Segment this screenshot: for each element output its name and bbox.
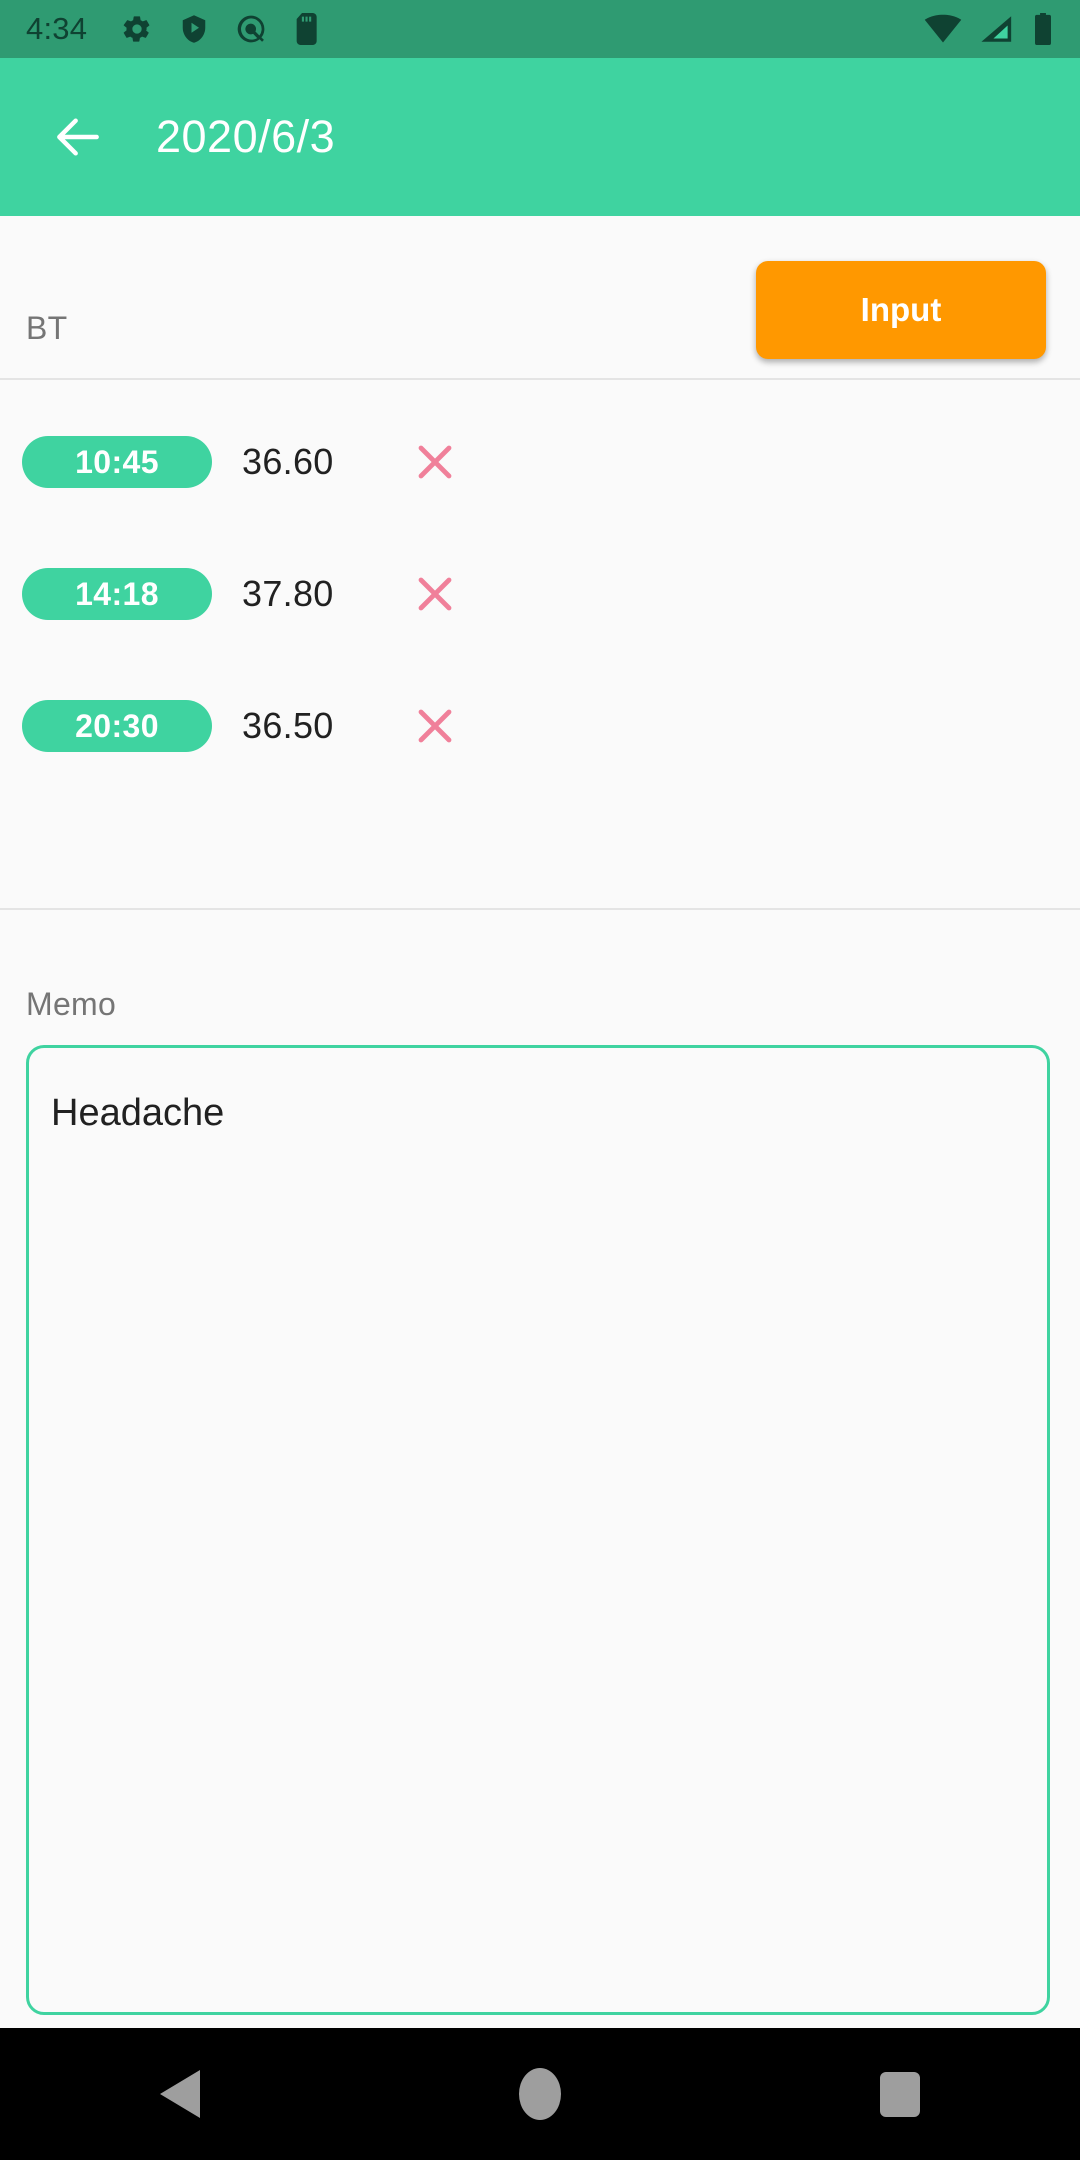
page-title: 2020/6/3 xyxy=(156,111,336,162)
battery-icon xyxy=(1035,13,1051,45)
reading-temperature-value: 36.50 xyxy=(242,705,334,746)
nav-home-button[interactable] xyxy=(470,2028,610,2160)
memo-section: Memo xyxy=(0,986,1080,2020)
nav-back-triangle-icon xyxy=(160,2070,200,2118)
reading-time-pill[interactable]: 10:45 xyxy=(22,436,212,488)
delete-reading-button[interactable] xyxy=(404,431,466,493)
cell-signal-icon xyxy=(981,16,1012,42)
nav-recents-square-icon xyxy=(880,2071,920,2117)
gear-icon xyxy=(123,16,150,42)
table-row: 14:18 37.80 xyxy=(0,528,1080,660)
status-bar: 4:34 xyxy=(0,0,1080,58)
close-x-icon xyxy=(418,445,452,479)
content-area: BT Input 10:45 36.60 14:18 37.80 20:30 3… xyxy=(0,216,1080,2028)
app-bar: 2020/6/3 xyxy=(0,58,1080,216)
reading-time-pill[interactable]: 14:18 xyxy=(22,568,212,620)
status-bar-clock: 4:34 xyxy=(26,11,88,46)
delete-reading-button[interactable] xyxy=(404,695,466,757)
reading-temperature-value: 36.60 xyxy=(242,441,334,482)
nav-home-circle-icon xyxy=(519,2068,561,2120)
wifi-icon xyxy=(924,14,962,43)
bt-label: BT xyxy=(26,310,68,346)
nav-back-button[interactable] xyxy=(110,2028,250,2160)
close-x-icon xyxy=(418,577,452,611)
input-button[interactable]: Input xyxy=(756,261,1046,359)
android-navigation-bar xyxy=(0,2028,1080,2160)
status-bar-notification-icons xyxy=(121,13,319,45)
bt-section-header: BT Input xyxy=(0,216,1080,378)
delete-reading-button[interactable] xyxy=(404,563,466,625)
arrow-left-icon xyxy=(57,118,99,156)
sd-card-icon xyxy=(296,13,317,45)
shield-play-icon xyxy=(182,15,206,43)
reading-time-pill[interactable]: 20:30 xyxy=(22,700,212,752)
status-bar-system-icons xyxy=(924,13,1054,45)
close-x-icon xyxy=(418,709,452,743)
app-root: 4:34 2020/6/3 BT Input 10:45 36.60 14:18… xyxy=(0,0,1080,2160)
memo-label: Memo xyxy=(26,986,117,1022)
table-row: 10:45 36.60 xyxy=(0,396,1080,528)
memo-input[interactable] xyxy=(26,1045,1050,2015)
nav-recents-button[interactable] xyxy=(830,2028,970,2160)
back-button[interactable] xyxy=(24,83,132,191)
reading-temperature-value: 37.80 xyxy=(242,573,334,614)
divider-memo xyxy=(0,908,1080,910)
android-q-icon xyxy=(237,15,265,43)
table-row: 20:30 36.50 xyxy=(0,660,1080,792)
readings-list: 10:45 36.60 14:18 37.80 20:30 36.50 xyxy=(0,380,1080,908)
